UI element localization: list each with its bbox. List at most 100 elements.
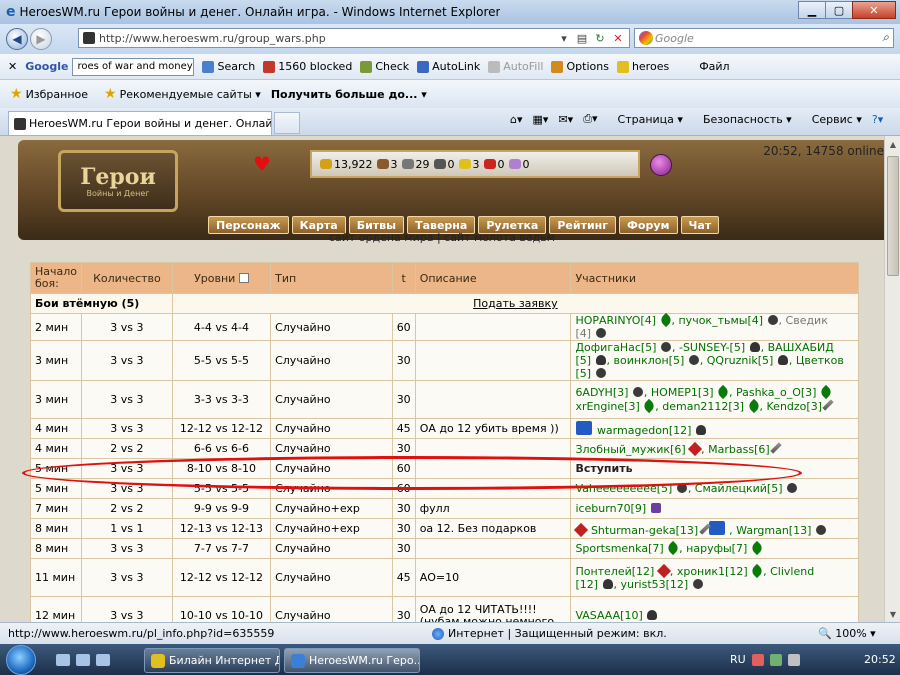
file-menu[interactable]: Файл (699, 60, 729, 73)
levels-checkbox[interactable] (238, 272, 249, 283)
toolbar-close-icon[interactable]: ✕ (8, 60, 17, 73)
col-start: Начало боя: (29, 262, 83, 294)
leaf-icon (746, 398, 761, 414)
player-link[interactable]: , ВАШХАБИД (761, 341, 834, 354)
network-icon[interactable] (769, 653, 782, 666)
participants-cell: Злобный_мужик[6] , Marbass[6] (570, 438, 859, 459)
page-menu[interactable]: Страница ▾ (608, 113, 683, 126)
close-button[interactable]: ✕ (852, 1, 896, 19)
heroes-bookmark[interactable]: heroes (616, 60, 669, 73)
player-link[interactable]: НОРАRINYO[4] (575, 314, 656, 327)
google-query-input[interactable]: roes of war and money (72, 57, 195, 76)
player-link[interactable]: , -SUNSEY-[5] (672, 341, 745, 354)
vertical-scrollbar[interactable]: ▲ ▼ (884, 136, 900, 622)
home-icon[interactable]: ⌂▾ (510, 113, 523, 126)
search-box[interactable]: Google ⌕ (634, 28, 894, 48)
apply-link[interactable]: Подать заявку (473, 297, 558, 310)
player-link[interactable]: , yurist53[12] (614, 578, 689, 591)
address-bar[interactable]: http://www.heroeswm.ru/group_wars.php ▾ … (78, 28, 630, 48)
volume-icon[interactable] (787, 653, 800, 666)
check-button[interactable]: Check (360, 60, 409, 73)
stop-icon[interactable]: ✕ (609, 30, 627, 46)
player-link[interactable]: , deman2112[3] (655, 400, 744, 413)
tray-icon[interactable] (751, 653, 764, 666)
recommended-sites[interactable]: ★ Рекомендуемые сайты ▾ (104, 86, 261, 102)
order-sites-links[interactable]: сайт ордена мира | сайт молота ведьм (0, 231, 884, 244)
player-link[interactable]: , пучок_тьмы[4] (672, 314, 764, 327)
autolink-button[interactable]: AutoLink (417, 60, 480, 73)
col-participants: Участники (570, 262, 859, 294)
player-link[interactable]: , хроник1[12] (670, 565, 748, 578)
player-link[interactable]: VASAAA[10] (575, 609, 642, 622)
explorer-icon[interactable] (76, 654, 90, 666)
forward-button[interactable]: ▶ (30, 28, 52, 50)
resources-bar: 13,922 3 29 0 3 0 0 (310, 150, 640, 178)
player-link[interactable]: ДофигаНас[5] (575, 341, 656, 354)
maximize-button[interactable]: ▢ (825, 1, 853, 19)
search-icon[interactable]: ⌕ (882, 30, 889, 45)
refresh-icon[interactable]: ↻ (591, 30, 609, 46)
table-row: 8 мин 3 vs 3 7-7 vs 7-7 Случайно 30 Spor… (29, 538, 859, 559)
player-link[interactable]: , Pashka_o_O[3] (729, 386, 816, 399)
player-link[interactable]: , Wargman[13] (729, 524, 811, 537)
start-button[interactable] (6, 645, 36, 675)
player-link[interactable]: Vaheeeeeeeee[5] (575, 482, 672, 495)
mail-icon[interactable]: ✉▾ (558, 113, 573, 126)
autofill-button[interactable]: AutoFill (488, 60, 543, 73)
popup-blocked-indicator[interactable]: 1560 blocked (263, 60, 352, 73)
group-battles-table: Начало боя: Количество Уровни Тип t Опис… (29, 262, 860, 622)
player-link[interactable]: Злобный_мужик[6] (575, 443, 685, 456)
show-desktop-icon[interactable] (56, 654, 70, 666)
player-link[interactable]: Sportsmenka[7] (575, 542, 663, 555)
taskbar-item-beeline[interactable]: Билайн Интернет Д... (144, 648, 280, 673)
table-row: 11 мин 3 vs 3 12-12 vs 12-12 Случайно 45… (29, 558, 859, 597)
player-link[interactable]: , QQruznik[5] (700, 354, 774, 367)
language-indicator[interactable]: RU (730, 653, 746, 666)
game-logo[interactable]: Герои Войны и Денег (58, 150, 178, 212)
scroll-down-icon[interactable]: ▼ (885, 606, 900, 622)
system-tray: RU (730, 653, 800, 666)
player-link[interactable]: , Clivlend (763, 565, 814, 578)
new-tab-button[interactable] (274, 112, 300, 134)
player-link[interactable]: 6АDYН[3] (575, 386, 628, 399)
feeds-icon[interactable]: ▦▾ (533, 113, 549, 126)
player-link[interactable]: Понтелей[12] (575, 565, 654, 578)
compat-view-icon[interactable]: ▤ (573, 30, 591, 46)
player-link[interactable]: xrEngine[3] (575, 400, 639, 413)
minimize-button[interactable]: ▁ (798, 1, 826, 19)
security-zone[interactable]: Интернет | Защищенный режим: вкл. (432, 627, 667, 640)
player-link[interactable]: , Смайлецкий[5] (688, 482, 783, 495)
participants-cell: VASAAA[10] (570, 596, 859, 622)
player-link[interactable]: warmagedon[12] (597, 424, 692, 437)
print-icon[interactable]: ⎙▾ (583, 112, 597, 126)
service-menu[interactable]: Сервис ▾ (802, 113, 862, 126)
taskbar-item-heroeswm[interactable]: HeroesWM.ru Геро... (284, 648, 420, 673)
leaf-icon (749, 540, 764, 556)
google-search-button[interactable]: Search (202, 60, 255, 73)
player-link[interactable]: , НОМЕР1[3] (644, 386, 714, 399)
player-link[interactable]: , наруфы[7] (679, 542, 747, 555)
player-link[interactable]: , воинклон[5] (607, 354, 685, 367)
crystal-icon (483, 159, 496, 169)
tab-heroeswm[interactable]: HeroesWM.ru Герои войны и денег. Онлайн … (8, 111, 272, 135)
dropdown-icon[interactable]: ▾ (555, 30, 573, 46)
ie-launch-icon[interactable] (96, 654, 110, 666)
player-link[interactable]: iceburn70[9] (575, 502, 646, 515)
google-toolbar-logo[interactable]: Google (25, 60, 68, 73)
scroll-up-icon[interactable]: ▲ (885, 136, 900, 152)
player-link[interactable]: , Marbass[6] (701, 443, 770, 456)
zoom-level[interactable]: 🔍 100% ▾ (818, 627, 876, 640)
help-icon[interactable]: ?▾ (872, 113, 883, 126)
join-button[interactable]: Вступить (575, 462, 632, 475)
options-button[interactable]: Options (551, 60, 609, 73)
player-link[interactable]: Shturman-geka[13] (591, 524, 698, 537)
get-more-addons[interactable]: Получить больше до... ▾ (271, 88, 427, 101)
player-link[interactable]: , Цветков (789, 354, 844, 367)
back-button[interactable]: ◀ (6, 28, 28, 50)
section-row: Бои втёмную (5) Подать заявку (30, 293, 860, 314)
scrollbar-thumb[interactable] (887, 156, 899, 276)
security-menu[interactable]: Безопасность ▾ (693, 113, 792, 126)
player-link[interactable]: , Kendzo[3] (760, 400, 822, 413)
player-link[interactable]: , Сведик (779, 314, 828, 327)
favorites-button[interactable]: ★ Избранное (10, 86, 88, 102)
